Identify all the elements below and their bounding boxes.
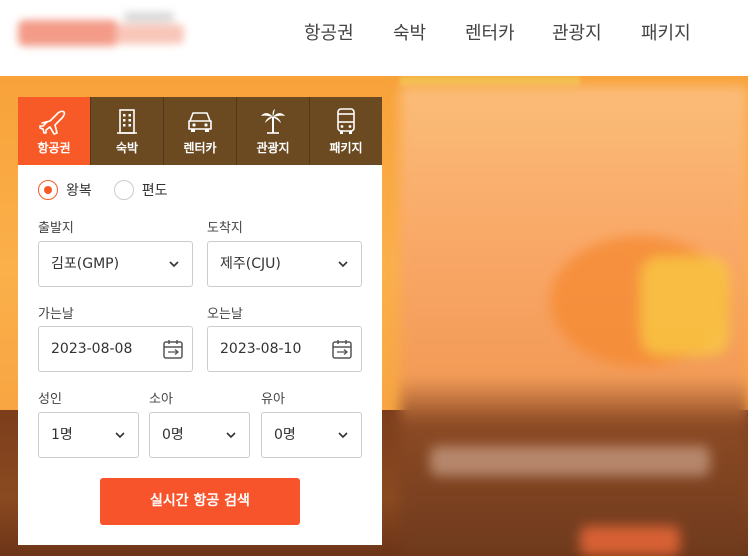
infant-value: 0명 (274, 427, 296, 443)
depart-date-label: 가는날 (38, 307, 74, 322)
search-tabs: 항공권 숙박 렌터카 관광지 패키지 (18, 97, 382, 165)
nav-item-lodging[interactable]: 숙박 (393, 20, 426, 48)
tab-flights[interactable]: 항공권 (18, 97, 91, 165)
departure-label: 출발지 (38, 221, 74, 236)
adult-select[interactable]: 1명 (38, 412, 139, 458)
adult-value: 1명 (51, 427, 73, 443)
flight-search-button[interactable]: 실시간 항공 검색 (100, 478, 300, 525)
tab-label: 렌터카 (183, 141, 217, 155)
arrival-value: 제주(CJU) (220, 256, 281, 272)
chevron-down-icon (115, 432, 125, 439)
car-icon (188, 112, 212, 132)
main-nav: 항공권 숙박 렌터카 관광지 패키지 (0, 20, 748, 48)
building-icon (117, 109, 137, 134)
depart-date-field[interactable]: 2023-08-08 (38, 326, 193, 372)
arrival-select[interactable]: 제주(CJU) (207, 241, 362, 287)
bus-icon (337, 108, 355, 134)
chevron-down-icon (338, 261, 348, 268)
tab-label: 관광지 (256, 141, 290, 155)
chevron-down-icon (338, 432, 348, 439)
round-trip-label[interactable]: 왕복 (66, 180, 92, 200)
promo-banner[interactable] (400, 86, 748, 556)
calendar-icon[interactable] (331, 338, 353, 360)
site-header: 항공권 숙박 렌터카 관광지 패키지 (0, 0, 748, 76)
infant-select[interactable]: 0명 (261, 412, 362, 458)
adult-label: 성인 (38, 392, 62, 407)
departure-select[interactable]: 김포(GMP) (38, 241, 193, 287)
departure-value: 김포(GMP) (51, 256, 120, 272)
calendar-icon[interactable] (162, 338, 184, 360)
chevron-down-icon (169, 261, 179, 268)
nav-item-attractions[interactable]: 관광지 (552, 20, 602, 48)
search-panel: 항공권 숙박 렌터카 관광지 패키지 왕복 편도 출발지 김포(GMP) 도착지… (18, 97, 382, 545)
return-date-label: 오는날 (207, 307, 243, 322)
child-value: 0명 (162, 427, 184, 443)
tab-label: 패키지 (329, 141, 363, 155)
chevron-down-icon (226, 432, 236, 439)
child-select[interactable]: 0명 (149, 412, 250, 458)
nav-item-rentcar[interactable]: 렌터카 (465, 20, 515, 48)
depart-date-value: 2023-08-08 (51, 341, 133, 357)
tab-lodging[interactable]: 숙박 (91, 97, 164, 165)
return-date-field[interactable]: 2023-08-10 (207, 326, 362, 372)
trip-type-group: 왕복 편도 (38, 179, 190, 201)
tab-packages[interactable]: 패키지 (310, 97, 382, 165)
palm-tree-icon (261, 109, 285, 134)
airplane-icon (39, 110, 66, 135)
tab-label: 항공권 (37, 141, 71, 155)
tab-label: 숙박 (115, 141, 139, 155)
arrival-label: 도착지 (207, 221, 243, 236)
one-way-label[interactable]: 편도 (142, 180, 168, 200)
child-label: 소아 (149, 392, 173, 407)
tab-rentcar[interactable]: 렌터카 (164, 97, 237, 165)
nav-item-flights[interactable]: 항공권 (304, 20, 354, 48)
one-way-radio[interactable] (113, 180, 134, 200)
round-trip-radio[interactable] (38, 180, 58, 200)
nav-item-packages[interactable]: 패키지 (641, 20, 691, 48)
tab-attractions[interactable]: 관광지 (237, 97, 310, 165)
return-date-value: 2023-08-10 (220, 341, 302, 357)
infant-label: 유아 (261, 392, 285, 407)
